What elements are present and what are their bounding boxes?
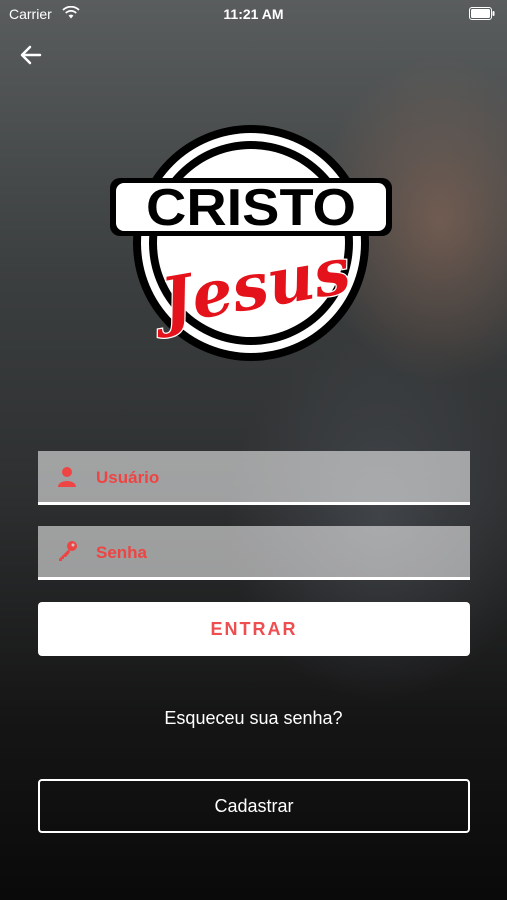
forgot-password-link[interactable]: Esqueceu sua senha?	[0, 708, 507, 729]
logo-text-cristo: CRISTO	[146, 179, 356, 237]
back-button[interactable]	[18, 42, 44, 68]
username-input[interactable]	[94, 451, 460, 504]
arrow-left-icon	[20, 45, 42, 65]
status-time: 11:21 AM	[223, 6, 284, 22]
cristo-jesus-logo: CRISTO Jesus	[108, 118, 394, 368]
status-bar: Carrier 11:21 AM	[0, 0, 507, 28]
register-button[interactable]: Cadastrar	[38, 779, 470, 833]
enter-button[interactable]: ENTRAR	[38, 602, 470, 656]
password-field[interactable]	[38, 526, 470, 580]
username-field[interactable]	[38, 451, 470, 505]
password-input[interactable]	[94, 526, 460, 579]
battery-icon	[469, 7, 495, 23]
key-icon	[56, 540, 78, 562]
user-icon	[56, 465, 78, 487]
